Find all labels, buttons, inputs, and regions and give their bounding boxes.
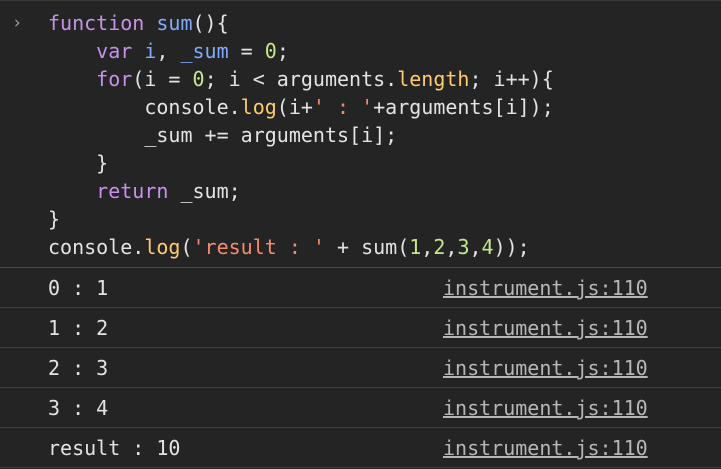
code-token: ,: [445, 235, 458, 259]
code-token: ));: [493, 235, 530, 259]
log-message: 0 : 1: [48, 276, 109, 300]
code-line: _sum += arguments[i];: [48, 121, 554, 149]
code-token: }: [48, 151, 109, 175]
log-source-link[interactable]: instrument.js:110: [443, 308, 648, 348]
code-token: (i =: [132, 67, 193, 91]
log-row: result : 10 instrument.js:110: [0, 428, 721, 468]
code-token: log: [240, 95, 277, 119]
code-token: log: [144, 235, 181, 259]
code-token: _sum += arguments[i];: [48, 123, 398, 147]
code-editor[interactable]: function sum(){ var i, _sum = 0; for(i =…: [48, 9, 554, 261]
code-line: console.log('result : ' + sum(1,2,3,4));: [48, 233, 554, 261]
log-row: 3 : 4 instrument.js:110: [0, 388, 721, 428]
code-token: 0: [192, 67, 205, 91]
code-line: var i, _sum = 0;: [48, 37, 554, 65]
code-line: for(i = 0; i < arguments.length; i++){: [48, 65, 554, 93]
code-token: 4: [481, 235, 494, 259]
code-token: ,: [469, 235, 482, 259]
code-token: ; i < arguments.: [204, 67, 398, 91]
code-token: function: [48, 11, 157, 35]
code-token: 3: [457, 235, 470, 259]
log-row: 1 : 2 instrument.js:110: [0, 308, 721, 348]
code-token: console.: [48, 95, 241, 119]
log-source-link[interactable]: instrument.js:110: [443, 348, 648, 388]
log-source-link[interactable]: instrument.js:110: [443, 428, 648, 468]
code-token: ;: [276, 39, 289, 63]
code-token: (i+: [276, 95, 313, 119]
code-token: _sum: [180, 39, 229, 63]
code-token: +arguments[i]);: [373, 95, 554, 119]
code-token: ; i++){: [469, 67, 554, 91]
code-line: }: [48, 149, 554, 177]
code-line: console.log(i+' : '+arguments[i]);: [48, 93, 554, 121]
code-token: return: [48, 179, 181, 203]
log-message: result : 10: [48, 436, 181, 460]
log-row: 2 : 3 instrument.js:110: [0, 348, 721, 388]
log-message: 3 : 4: [48, 396, 109, 420]
code-line: function sum(){: [48, 9, 554, 37]
code-token: =: [228, 39, 265, 63]
console-input-block[interactable]: › function sum(){ var i, _sum = 0; for(i…: [0, 0, 721, 268]
code-token: 'result : ': [192, 235, 325, 259]
log-message: 1 : 2: [48, 316, 109, 340]
log-message: 2 : 3: [48, 356, 109, 380]
code-token: ,: [156, 39, 181, 63]
code-token: console.: [48, 235, 145, 259]
log-source-link[interactable]: instrument.js:110: [443, 388, 648, 428]
chevron-right-icon: ›: [12, 13, 23, 33]
code-token: ,: [421, 235, 434, 259]
code-token: i: [144, 39, 157, 63]
code-token: + sum(: [324, 235, 410, 259]
code-line: return _sum;: [48, 177, 554, 205]
code-token: }: [48, 207, 61, 231]
code-token: sum: [156, 11, 193, 35]
code-token: _sum;: [180, 179, 241, 203]
console-output: 0 : 1 instrument.js:110 1 : 2 instrument…: [0, 268, 721, 468]
code-token: 2: [433, 235, 446, 259]
code-line: }: [48, 205, 554, 233]
console-panel: › function sum(){ var i, _sum = 0; for(i…: [0, 0, 721, 469]
code-token: (){: [192, 11, 229, 35]
code-token: 0: [264, 39, 277, 63]
code-token: var: [48, 39, 145, 63]
code-token: 1: [409, 235, 422, 259]
log-row: 0 : 1 instrument.js:110: [0, 268, 721, 308]
code-token: (: [180, 235, 193, 259]
log-source-link[interactable]: instrument.js:110: [443, 268, 648, 308]
code-token: for: [48, 67, 133, 91]
code-token: length: [397, 67, 470, 91]
code-token: ' : ': [312, 95, 374, 119]
